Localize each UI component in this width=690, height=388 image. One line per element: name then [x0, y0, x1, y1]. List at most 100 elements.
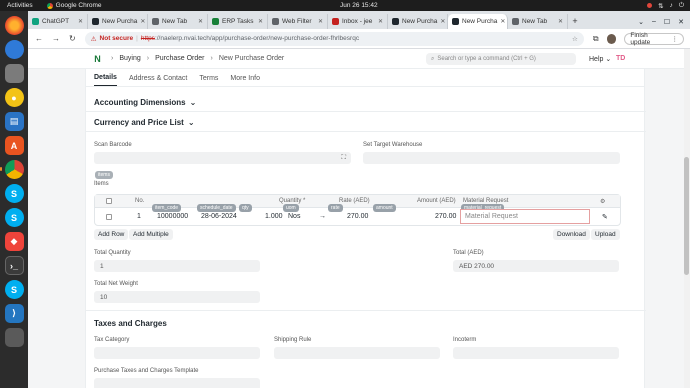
- required-by-cell[interactable]: 28-06-2024: [201, 208, 237, 225]
- settings-gear-icon[interactable]: ⚙: [600, 195, 605, 207]
- firefox-icon[interactable]: [4, 16, 24, 35]
- download-button[interactable]: Download: [553, 229, 590, 240]
- close-tab-icon[interactable]: ✕: [140, 18, 145, 25]
- table-row[interactable]: item_code schedule_date qty uom rate amo…: [95, 204, 620, 225]
- browser-tab[interactable]: New Purcha ✕: [388, 14, 448, 29]
- trash-icon[interactable]: [4, 328, 24, 347]
- add-row-button[interactable]: Add Row: [94, 229, 129, 240]
- finish-update-button[interactable]: Finish update ⋮: [624, 32, 684, 46]
- taxes-template-input[interactable]: [94, 378, 260, 388]
- close-tab-icon[interactable]: ✕: [500, 18, 505, 25]
- active-app-menu[interactable]: Google Chrome: [46, 2, 102, 9]
- tab-favicon: [152, 18, 159, 25]
- browser-tab-strip: ChatGPT ✕ New Purcha ✕ New Tab ✕ ERP Tasks ✕…: [28, 11, 690, 29]
- system-tray[interactable]: ⇅ ♪ ⏻: [647, 2, 684, 10]
- scan-icon[interactable]: ⛶: [341, 154, 346, 162]
- not-secure-icon[interactable]: ⚠: [91, 35, 97, 43]
- tab-favicon: [512, 18, 519, 25]
- tax-category-input[interactable]: [94, 347, 260, 359]
- erp-app: N › Buying › Purchase Order › New Purcha…: [28, 49, 690, 388]
- breadcrumb-new-purchase-order[interactable]: New Purchase Order: [219, 55, 284, 62]
- add-multiple-button[interactable]: Add Multiple: [129, 229, 173, 240]
- address-bar[interactable]: ⚠ Not secure | https://naelerp.nvai.tech…: [84, 31, 584, 46]
- reload-icon[interactable]: ↻: [69, 34, 76, 43]
- writer-icon[interactable]: ▤: [4, 112, 24, 131]
- new-tab-button[interactable]: +: [568, 14, 582, 29]
- section-accounting-dimensions[interactable]: Accounting Dimensions ⌄: [94, 98, 196, 107]
- field-badge-qty: qty: [239, 204, 252, 212]
- browser-tab[interactable]: Web Filter ✕: [268, 14, 328, 29]
- tab-favicon: [92, 18, 99, 25]
- tab-details[interactable]: Details: [94, 74, 117, 86]
- shipping-rule-input[interactable]: [274, 347, 440, 359]
- window-controls: ⌄ – ☐ ✕: [638, 14, 690, 29]
- section-currency-price-list[interactable]: Currency and Price List ⌄: [94, 118, 195, 127]
- maximize-icon[interactable]: ☐: [664, 18, 670, 26]
- form-page: Details Address & Contact Terms More Inf…: [85, 69, 646, 388]
- incoterm-input[interactable]: [453, 347, 619, 359]
- forward-icon[interactable]: →: [52, 34, 60, 43]
- page-scrollbar-thumb[interactable]: [684, 157, 689, 275]
- clock[interactable]: Jun 26 15:42: [340, 2, 378, 9]
- terminal-icon[interactable]: ›_: [4, 256, 24, 275]
- browser-tab[interactable]: Inbox - jee ✕: [328, 14, 388, 29]
- close-tab-icon[interactable]: ✕: [258, 18, 263, 25]
- extensions-icon[interactable]: ⧉: [593, 34, 599, 44]
- awesome-bar-search[interactable]: ⌕ Search or type a command (Ctrl + G): [426, 53, 576, 65]
- bookmark-star-icon[interactable]: ☆: [572, 35, 578, 43]
- tab-address-contact[interactable]: Address & Contact: [129, 75, 187, 86]
- browser-tab[interactable]: New Tab ✕: [508, 14, 568, 29]
- upload-button[interactable]: Upload: [591, 229, 620, 240]
- browser-tab[interactable]: New Tab ✕: [148, 14, 208, 29]
- row-checkbox[interactable]: [106, 213, 112, 220]
- edit-pencil-icon[interactable]: ✎: [602, 208, 608, 225]
- browser-tab[interactable]: ChatGPT ✕: [28, 14, 88, 29]
- item-code-cell[interactable]: 10000000: [157, 208, 188, 225]
- vscode-icon[interactable]: ⟩: [4, 304, 24, 323]
- close-tab-icon[interactable]: ✕: [378, 18, 383, 25]
- browser-tab[interactable]: New Purcha ✕: [88, 14, 148, 29]
- tab-more-info[interactable]: More Info: [230, 75, 260, 86]
- rhythmbox-icon[interactable]: ●: [4, 88, 24, 107]
- tab-terms[interactable]: Terms: [199, 75, 218, 86]
- app-logo[interactable]: N: [92, 53, 103, 64]
- help-dropdown[interactable]: Help ⌄: [589, 55, 611, 63]
- thunderbird-icon[interactable]: [4, 40, 24, 59]
- software-icon[interactable]: A: [4, 136, 24, 155]
- close-tab-icon[interactable]: ✕: [78, 18, 83, 25]
- files-icon[interactable]: [4, 64, 24, 83]
- user-avatar[interactable]: TD: [616, 55, 625, 62]
- close-tab-icon[interactable]: ✕: [558, 18, 563, 25]
- anydesk-icon[interactable]: ◆: [4, 232, 24, 251]
- divider: [86, 310, 646, 311]
- section-taxes-and-charges[interactable]: Taxes and Charges: [94, 319, 167, 328]
- scan-barcode-input[interactable]: ⛶: [94, 152, 351, 164]
- skype-icon-2[interactable]: S: [4, 208, 24, 227]
- browser-tab-active[interactable]: New Purcha ✕: [448, 14, 508, 29]
- breadcrumb-buying[interactable]: Buying: [119, 55, 140, 62]
- close-tab-icon[interactable]: ✕: [318, 18, 323, 25]
- total-quantity-label: Total Quantity: [94, 250, 131, 256]
- back-icon[interactable]: ←: [35, 34, 43, 43]
- quantity-cell[interactable]: 1.000: [265, 208, 283, 225]
- url-text[interactable]: https://naelerp.nvai.tech/app/purchase-o…: [141, 35, 359, 42]
- uom-cell[interactable]: Nos: [288, 208, 300, 225]
- close-window-icon[interactable]: ✕: [678, 18, 684, 26]
- breadcrumb-purchase-order[interactable]: Purchase Order: [155, 55, 204, 62]
- set-target-warehouse-input[interactable]: [363, 152, 620, 164]
- activities-button[interactable]: Activities: [7, 2, 33, 9]
- close-tab-icon[interactable]: ✕: [198, 18, 203, 25]
- tab-search-icon[interactable]: ⌄: [638, 18, 644, 26]
- minimize-icon[interactable]: –: [652, 18, 656, 25]
- skype-icon[interactable]: S: [4, 184, 24, 203]
- material-request-input[interactable]: Material Request: [460, 209, 590, 224]
- not-secure-label[interactable]: Not secure: [100, 35, 134, 42]
- profile-avatar[interactable]: [606, 33, 617, 44]
- browser-tab[interactable]: ERP Tasks ✕: [208, 14, 268, 29]
- breadcrumb-chevron-icon: ›: [111, 55, 114, 62]
- close-tab-icon[interactable]: ✕: [440, 18, 445, 25]
- chrome-dock-icon[interactable]: [0, 160, 24, 179]
- skype-icon-3[interactable]: S: [4, 280, 24, 299]
- select-all-checkbox[interactable]: [106, 198, 112, 204]
- rate-cell[interactable]: 270.00: [347, 208, 368, 225]
